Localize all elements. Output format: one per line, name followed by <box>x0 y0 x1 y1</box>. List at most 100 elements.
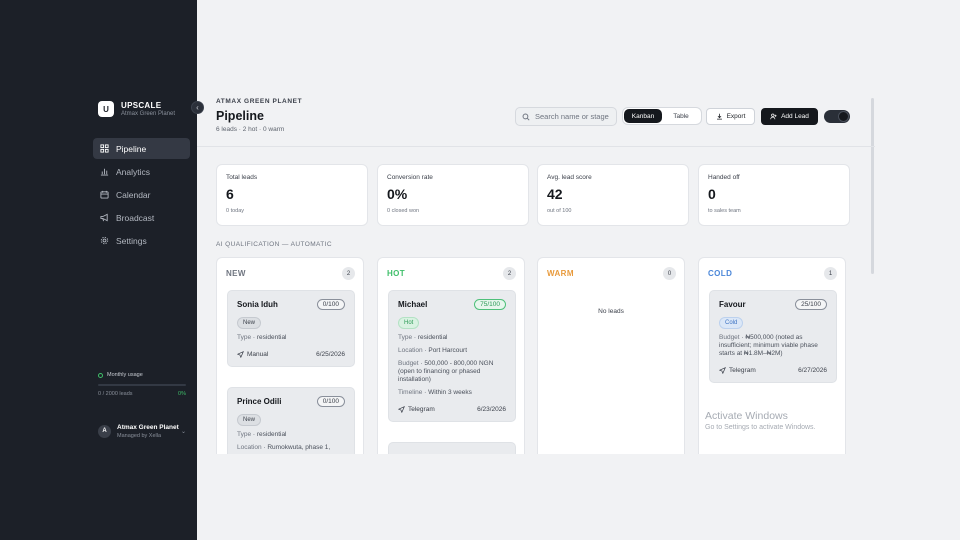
send-icon <box>719 367 726 374</box>
sidebar-item-label: Calendar <box>116 189 151 200</box>
stat-value: 42 <box>547 186 563 202</box>
lead-name: Michael <box>398 300 428 309</box>
column-warm: WARM 0 No leads <box>537 257 685 462</box>
page-title: Pipeline <box>216 109 264 123</box>
sidebar-item-label: Broadcast <box>116 212 155 223</box>
bar-chart-icon <box>100 167 109 176</box>
sidebar-item-broadcast[interactable]: Broadcast <box>93 207 190 228</box>
lead-date: 6/25/2026 <box>316 351 345 358</box>
stat-value: 0 <box>708 186 716 202</box>
lead-field: Type · residential <box>237 334 287 341</box>
lead-score: 75/100 <box>474 299 506 310</box>
brand-name: UPSCALE <box>121 101 162 110</box>
search-box[interactable] <box>515 107 617 126</box>
send-icon <box>237 351 244 358</box>
lead-score: 25/100 <box>795 299 827 310</box>
activate-windows-watermark: Activate Windows Go to Settings to activ… <box>705 410 816 431</box>
stat-handed-off: Handed off 0 to sales team <box>698 164 850 226</box>
sidebar-item-settings[interactable]: Settings <box>93 230 190 251</box>
lead-score: 0/100 <box>316 299 345 310</box>
lead-date: 6/23/2026 <box>477 406 506 413</box>
lead-score: 0/100 <box>316 396 345 407</box>
view-toggle: Kanban Table <box>622 107 702 125</box>
column-title: HOT <box>387 269 406 278</box>
monthly-usage: Monthly usage 0 / 2000 leads 0% <box>98 372 186 397</box>
stat-label: Handed off <box>708 174 740 181</box>
brand-subtitle: Atmax Green Planet <box>121 111 176 117</box>
lead-card[interactable]: Favour 25/100 Cold Budget · ₦500,000 (no… <box>709 290 837 383</box>
megaphone-icon <box>100 213 109 222</box>
search-input[interactable] <box>535 112 613 121</box>
lead-field: Budget · ₦500,000 (noted as insufficient… <box>719 334 818 357</box>
sidebar-item-calendar[interactable]: Calendar <box>93 184 190 205</box>
lead-date: 6/27/2026 <box>798 367 827 374</box>
calendar-icon <box>100 190 109 199</box>
stat-sub: out of 100 <box>547 208 572 214</box>
page-background <box>197 454 960 540</box>
avatar: A <box>98 424 111 438</box>
stat-label: Avg. lead score <box>547 174 592 181</box>
account-name: Atmax Green Planet <box>117 423 179 431</box>
stat-value: 6 <box>226 186 234 202</box>
sidebar-item-label: Pipeline <box>116 143 147 154</box>
add-lead-button[interactable]: Add Lead <box>761 108 818 125</box>
lead-field: Timeline · Within 3 weeks <box>398 389 472 396</box>
lead-field: Location · Rumokwuta, phase 1, <box>237 444 331 451</box>
export-button[interactable]: Export <box>706 108 755 125</box>
usage-count: 0 / 2000 leads <box>98 391 133 397</box>
column-title: WARM <box>547 269 574 278</box>
stat-label: Total leads <box>226 174 258 181</box>
gear-icon <box>100 236 109 245</box>
account-switcher[interactable]: A Atmax Green Planet Managed by Xella ⌄ <box>93 416 190 446</box>
sidebar-item-pipeline[interactable]: Pipeline <box>93 138 190 159</box>
stat-avg-lead-score: Avg. lead score 42 out of 100 <box>537 164 689 226</box>
scrollbar[interactable] <box>871 98 874 274</box>
stat-label: Conversion rate <box>387 174 433 181</box>
stat-sub: to sales team <box>708 208 741 214</box>
sidebar-item-label: Settings <box>116 235 147 246</box>
tab-kanban[interactable]: Kanban <box>624 109 662 123</box>
sidebar <box>0 0 197 540</box>
stat-conversion-rate: Conversion rate 0% 0 closed won <box>377 164 529 226</box>
column-new: NEW 2 Sonia Iduh 0/100 New Type · reside… <box>216 257 364 462</box>
lead-field: Budget · 500,000 - 800,000 NGN (open to … <box>398 360 494 383</box>
grid-icon <box>100 144 109 153</box>
export-label: Export <box>726 113 746 120</box>
lead-card[interactable]: Michael 75/100 Hot Type · residential Lo… <box>388 290 516 422</box>
brand-logo: U <box>98 101 114 117</box>
column-title: NEW <box>226 269 246 278</box>
lead-field: Type · residential <box>237 431 287 438</box>
account-subtitle: Managed by Xella <box>117 432 162 439</box>
sidebar-collapse-button[interactable]: ‹ <box>191 101 204 114</box>
sidebar-item-label: Analytics <box>116 166 151 177</box>
header-divider <box>197 146 875 147</box>
lead-source: Telegram <box>719 367 756 374</box>
send-icon <box>398 406 405 413</box>
status-badge: Cold <box>719 317 744 329</box>
sidebar-item-analytics[interactable]: Analytics <box>93 161 190 182</box>
stat-value: 0% <box>387 186 408 202</box>
section-label: AI QUALIFICATION — AUTOMATIC <box>216 241 332 248</box>
lead-field: Type · residential <box>398 334 448 341</box>
tab-table[interactable]: Table <box>662 109 700 123</box>
lead-card[interactable]: Prince Odili 0/100 New Type · residentia… <box>227 387 355 461</box>
usage-title: Monthly usage <box>107 372 143 378</box>
column-title: COLD <box>708 269 733 278</box>
watermark-subtitle: Go to Settings to activate Windows. <box>705 424 816 431</box>
sidebar-nav: Pipeline Analytics Calendar Broadcast Se… <box>93 138 190 253</box>
theme-toggle[interactable] <box>824 110 850 123</box>
column-count: 2 <box>503 267 516 280</box>
usage-percent: 0% <box>178 391 186 397</box>
lead-source: Telegram <box>398 406 435 413</box>
column-cold: COLD 1 Favour 25/100 Cold Budget · ₦500,… <box>698 257 846 462</box>
lead-card[interactable]: Sonia Iduh 0/100 New Type · residential … <box>227 290 355 367</box>
lead-name: Favour <box>719 300 746 309</box>
brand: U UPSCALE Atmax Green Planet <box>98 101 175 117</box>
add-lead-label: Add Lead <box>781 113 809 120</box>
lead-name: Sonia Iduh <box>237 300 278 309</box>
column-count: 0 <box>663 267 676 280</box>
column-count: 1 <box>824 267 837 280</box>
search-icon <box>522 113 530 121</box>
column-hot: HOT 2 Michael 75/100 Hot Type · resident… <box>377 257 525 462</box>
chevron-up-down-icon: ⌄ <box>180 429 186 435</box>
